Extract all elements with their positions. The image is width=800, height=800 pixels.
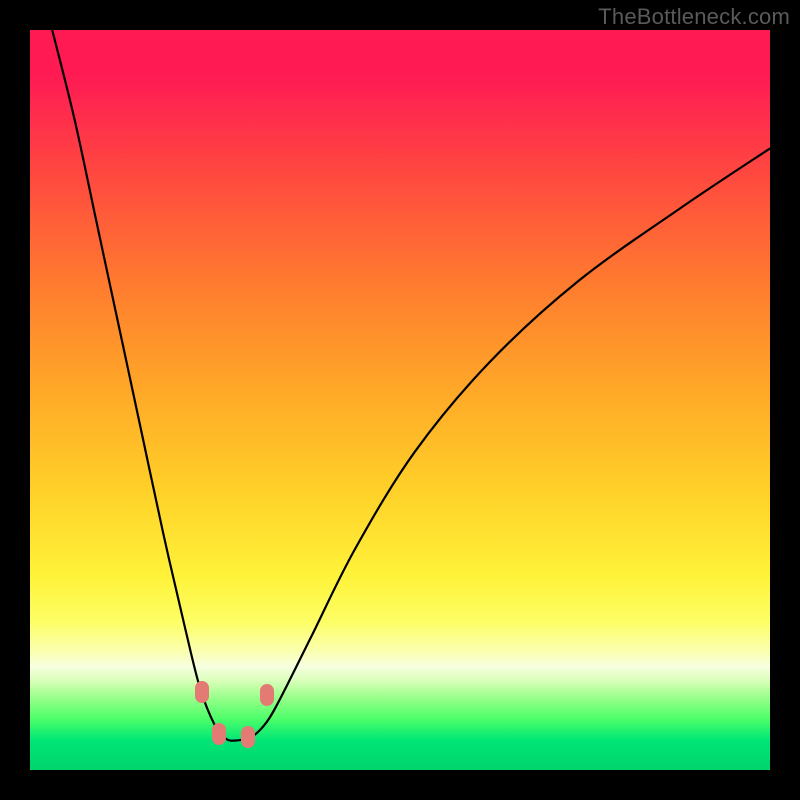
marker-point [195, 681, 209, 703]
watermark-text: TheBottleneck.com [598, 4, 790, 30]
chart-frame: TheBottleneck.com [0, 0, 800, 800]
marker-layer [30, 30, 770, 770]
marker-point [212, 723, 226, 745]
marker-point [260, 684, 274, 706]
plot-area [30, 30, 770, 770]
marker-point [241, 726, 255, 748]
